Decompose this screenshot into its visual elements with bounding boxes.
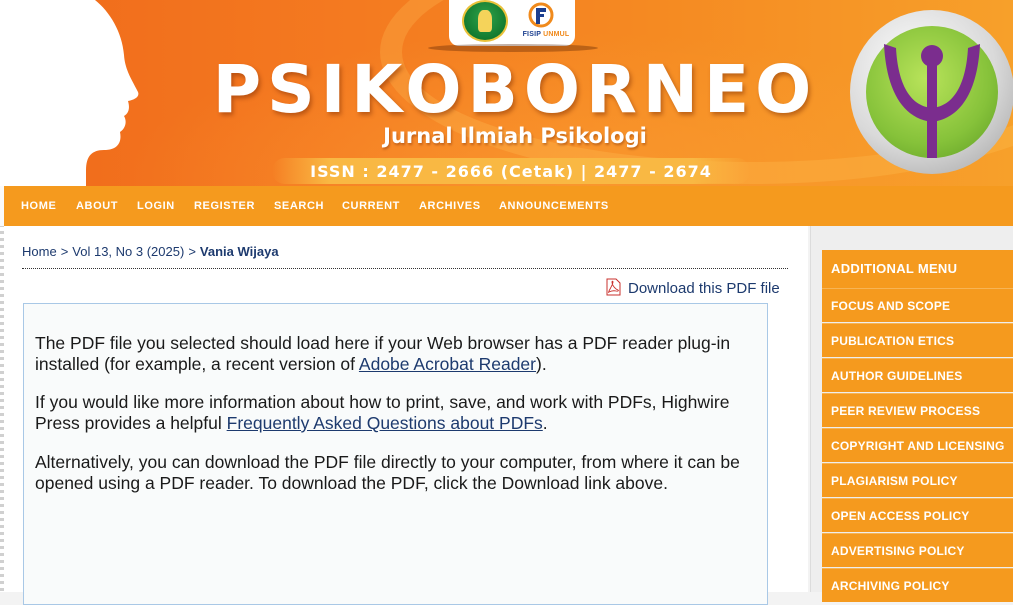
sidebar-item-open-access-policy[interactable]: OPEN ACCESS POLICY (822, 498, 1013, 532)
university-emblem-icon (462, 0, 508, 42)
psi-symbol-icon (884, 44, 980, 158)
download-pdf-label: Download this PDF file (628, 280, 780, 297)
sidebar-item-plagiarism-policy[interactable]: PLAGIARISM POLICY (822, 463, 1013, 497)
nav-announcements[interactable]: ANNOUNCEMENTS (499, 186, 609, 226)
head-silhouette-icon (0, 0, 139, 186)
breadcrumb-current: Vania Wijaya (199, 244, 279, 259)
breadcrumb-separator: > (188, 244, 196, 259)
nav-search[interactable]: SEARCH (274, 186, 324, 226)
main-nav: HOME ABOUT LOGIN REGISTER SEARCH CURRENT… (0, 186, 1013, 226)
fisip-logo: FISIP UNMUL (522, 0, 570, 44)
right-sidebar: ADDITIONAL MENU FOCUS AND SCOPE PUBLICAT… (810, 226, 1013, 602)
fisip-mark-icon (528, 2, 554, 28)
nav-current[interactable]: CURRENT (342, 186, 400, 226)
pdf-message-text: ). (536, 354, 547, 374)
sidebar-item-publication-etics[interactable]: PUBLICATION ETICS (822, 323, 1013, 357)
journal-banner: FISIP UNMUL PSIKOBORNEO Jurnal Ilmiah Ps… (0, 0, 1013, 186)
nav-home[interactable]: HOME (21, 186, 56, 226)
sidebar-item-archiving-policy[interactable]: ARCHIVING POLICY (822, 568, 1013, 602)
nav-left-edge (0, 186, 4, 226)
sidebar-item-focus-and-scope[interactable]: FOCUS AND SCOPE (822, 288, 1013, 322)
nav-register[interactable]: REGISTER (194, 186, 255, 226)
fisip-label: FISIP (522, 31, 541, 38)
nav-login[interactable]: LOGIN (137, 186, 175, 226)
pdf-faq-link[interactable]: Frequently Asked Questions about PDFs (227, 413, 543, 433)
sidebar-item-author-guidelines[interactable]: AUTHOR GUIDELINES (822, 358, 1013, 392)
fisip-unmul-label: FISIP UNMUL (522, 31, 570, 38)
nav-archives[interactable]: ARCHIVES (419, 186, 481, 226)
sidebar-item-peer-review-process[interactable]: PEER REVIEW PROCESS (822, 393, 1013, 427)
pdf-message-paragraph-3: Alternatively, you can download the PDF … (35, 452, 740, 493)
adobe-reader-link[interactable]: Adobe Acrobat Reader (359, 354, 536, 374)
journal-title: PSIKOBORNEO (212, 51, 818, 128)
pdf-message-paragraph-2: If you would like more information about… (35, 392, 755, 434)
breadcrumb: Home > Vol 13, No 3 (2025) > Vania Wijaya (22, 244, 279, 259)
sidebar-item-advertising-policy[interactable]: ADVERTISING POLICY (822, 533, 1013, 567)
journal-subtitle: Jurnal Ilmiah Psikologi (383, 124, 647, 148)
nav-about[interactable]: ABOUT (76, 186, 118, 226)
pdf-message-paragraph-1: The PDF file you selected should load he… (35, 333, 755, 375)
main-content: Home > Vol 13, No 3 (2025) > Vania Wijaya Do… (4, 226, 808, 605)
breadcrumb-issue-link[interactable]: Vol 13, No 3 (2025) (72, 244, 184, 259)
breadcrumb-separator: > (60, 244, 69, 259)
pdf-message-text: . (542, 413, 548, 433)
additional-menu-heading: ADDITIONAL MENU (822, 250, 1013, 288)
unmul-label: UNMUL (543, 31, 570, 38)
breadcrumb-divider (22, 268, 788, 269)
issn-text: ISSN : 2477 - 2666 (Cetak) | 2477 - 2674… (310, 162, 712, 181)
pdf-icon (606, 278, 621, 296)
sidebar-item-copyright-and-licensing[interactable]: COPYRIGHT AND LICENSING (822, 428, 1013, 462)
pdf-viewer-frame: The PDF file you selected should load he… (23, 303, 768, 605)
breadcrumb-home-link[interactable]: Home (22, 244, 57, 259)
download-pdf-link[interactable]: Download this PDF file (604, 278, 780, 297)
